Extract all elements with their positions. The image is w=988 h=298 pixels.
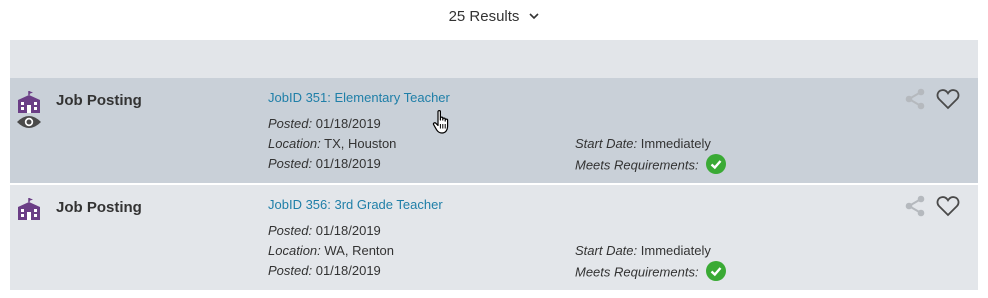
check-circle-icon [706,261,727,281]
list-item[interactable]: Job Posting JobID 351: Elementary Teache… [10,78,978,185]
location-field: Location: WA, Renton [268,243,394,258]
list-header [10,40,978,78]
posted-field: Posted: 01/18/2019 [268,223,381,238]
start-date-field: Start Date: Immediately [575,243,711,258]
school-building-icon [16,90,42,114]
start-date-field: Start Date: Immediately [575,136,711,151]
job-title-link[interactable]: JobID 351: Elementary Teacher [268,90,450,105]
check-circle-icon [706,154,727,174]
type-icons [16,197,42,221]
posted-field-secondary: Posted: 01/18/2019 [268,263,381,278]
posting-type-label: Job Posting [56,92,142,109]
posted-field: Posted: 01/18/2019 [268,116,381,131]
results-count-label: 25 Results [448,7,520,25]
hand-pointer-cursor-icon [432,109,454,140]
chevron-down-icon [529,11,540,23]
heart-icon[interactable] [936,88,960,115]
location-field: Location: TX, Houston [268,136,397,151]
heart-icon[interactable] [936,195,960,222]
share-icon[interactable] [904,195,926,222]
results-count-dropdown[interactable]: 25 Results [449,8,540,25]
list-item[interactable]: Job Posting JobID 356: 3rd Grade Teacher… [10,185,978,292]
row-actions [904,195,960,222]
type-icons [16,90,42,130]
job-title-link[interactable]: JobID 356: 3rd Grade Teacher [268,197,443,212]
meets-requirements-field: Meets Requirements: [575,261,727,283]
results-bar: 25 Results [0,0,988,36]
school-building-icon [16,197,42,221]
posted-field-secondary: Posted: 01/18/2019 [268,156,381,171]
meets-requirements-field: Meets Requirements: [575,154,727,176]
share-icon[interactable] [904,88,926,115]
viewed-eye-icon [16,114,42,130]
row-actions [904,88,960,115]
results-list: Job Posting JobID 351: Elementary Teache… [10,78,978,292]
posting-type-label: Job Posting [56,199,142,216]
